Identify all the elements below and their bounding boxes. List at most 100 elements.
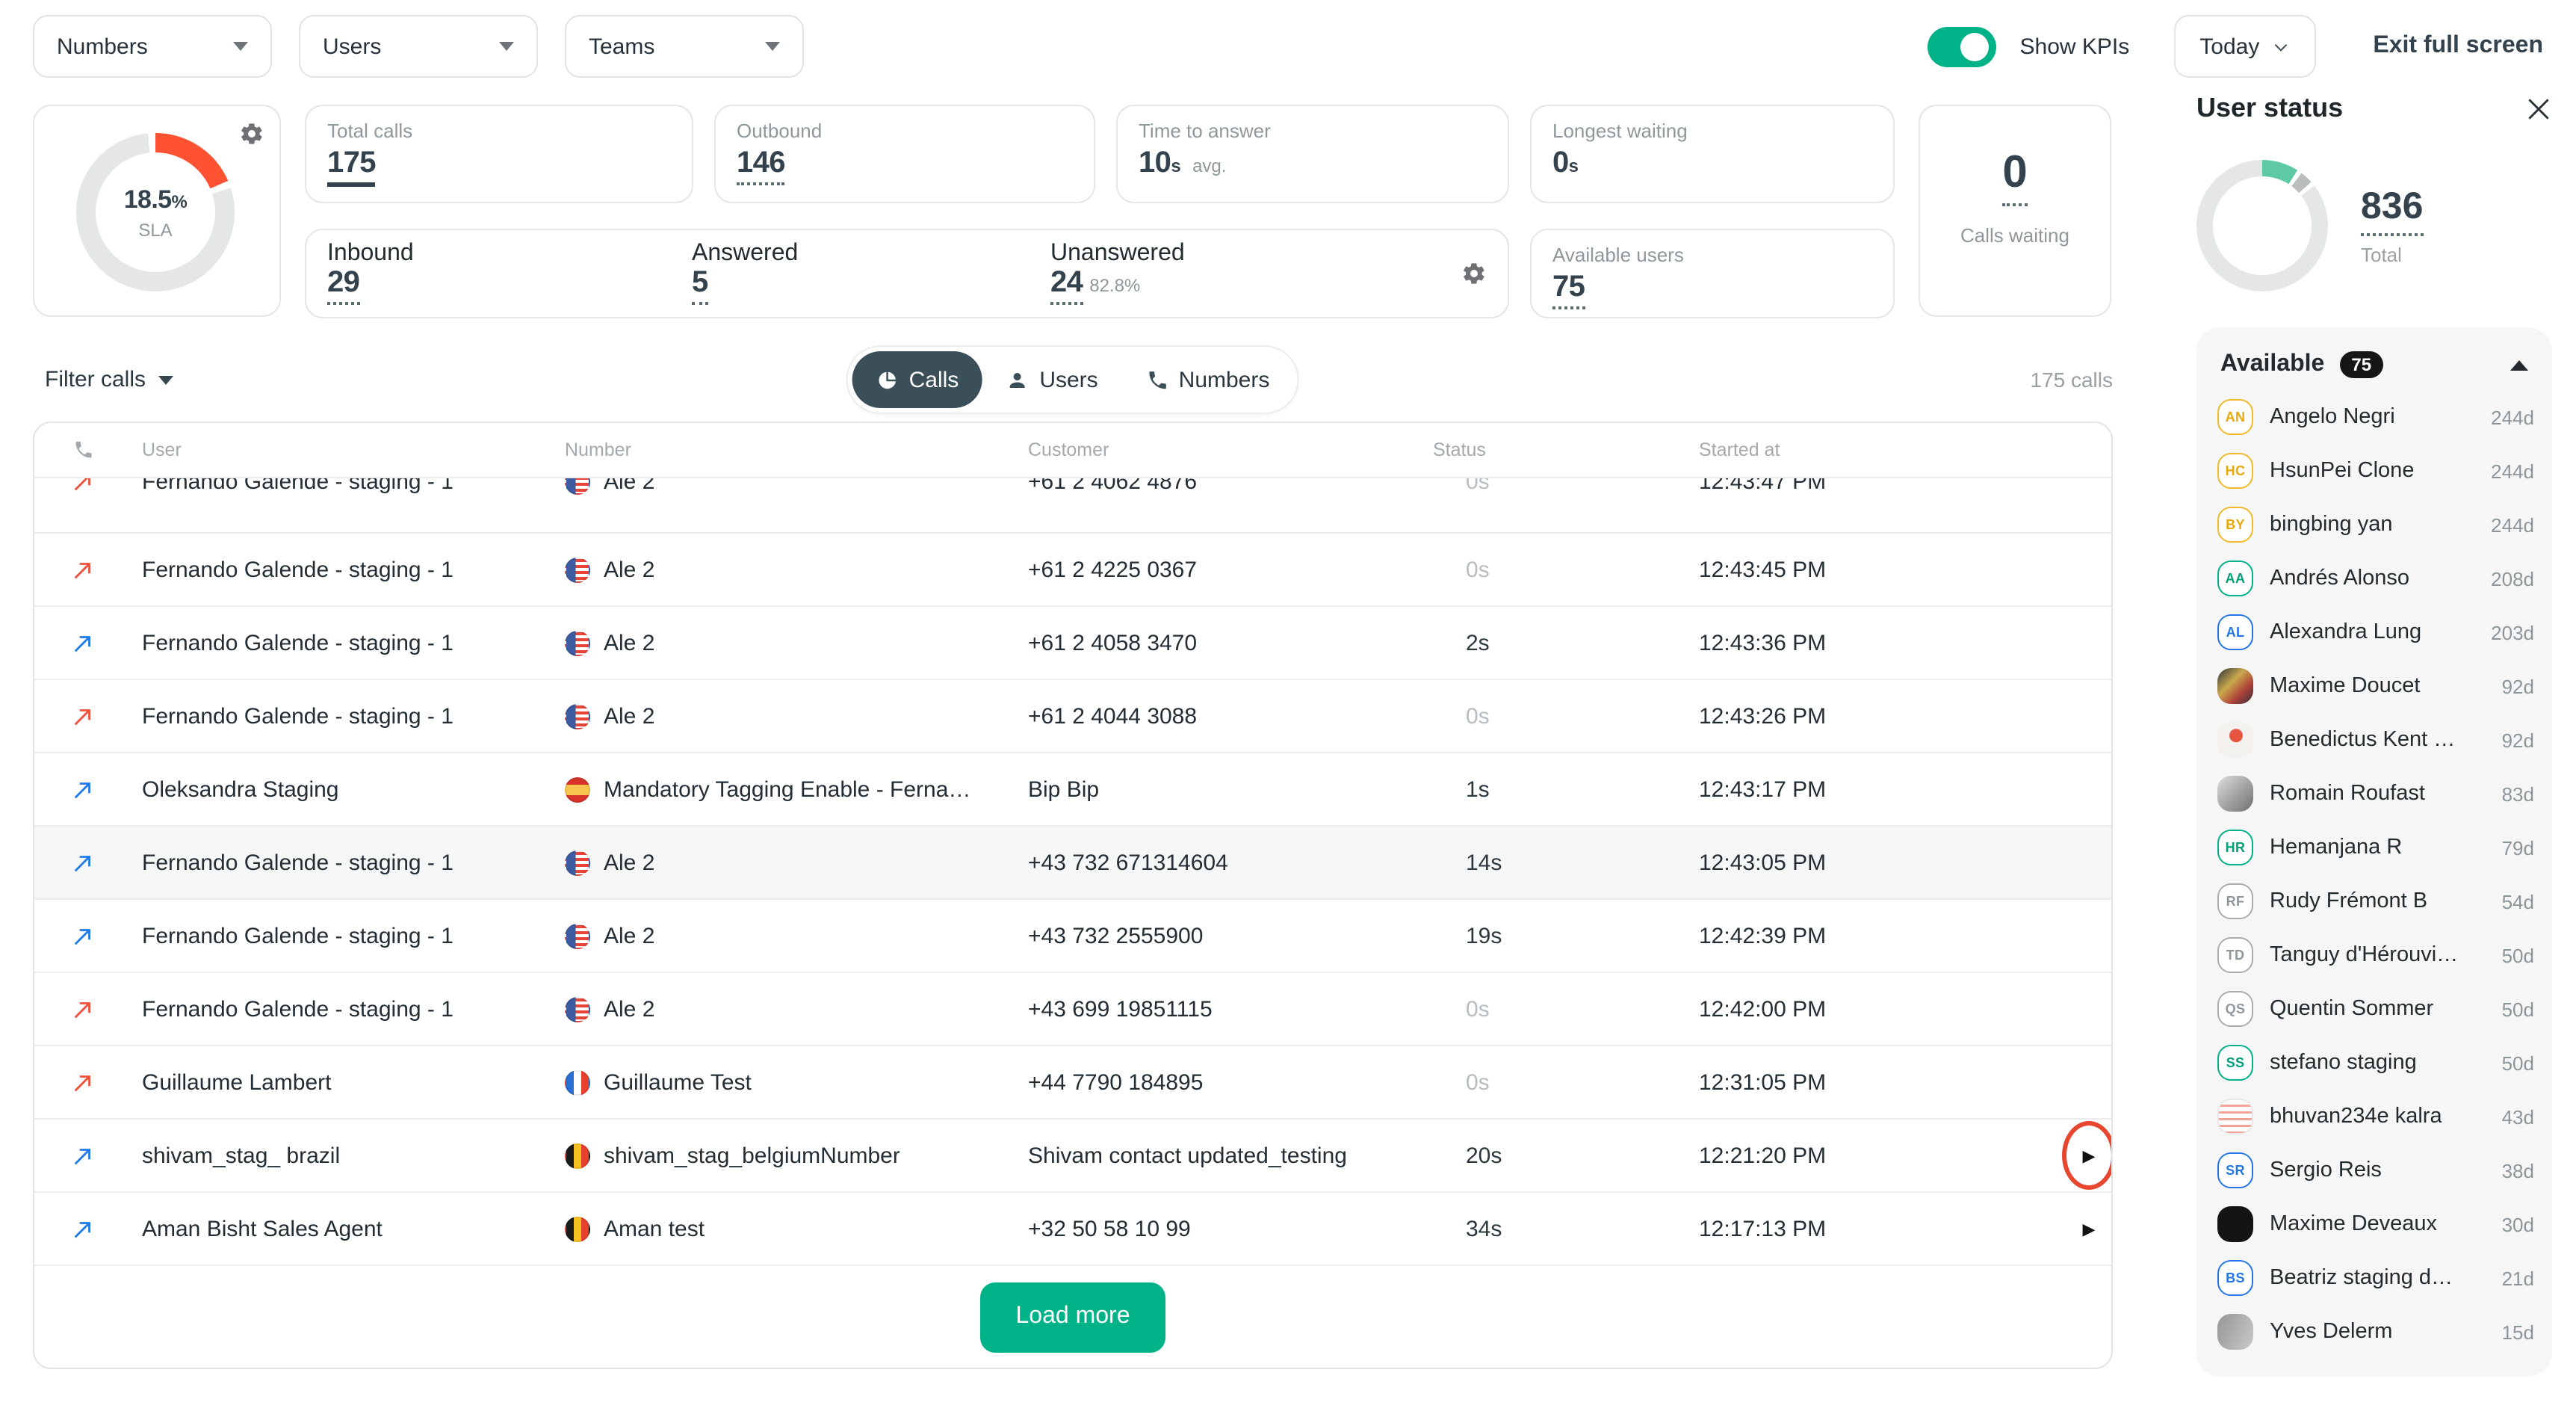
user-duration: 244d <box>2491 513 2534 536</box>
user-list-item[interactable]: HR Hemanjana R 79d <box>2217 821 2534 874</box>
available-section-header[interactable]: Available 75 <box>2217 348 2534 390</box>
col-customer: Customer <box>1028 439 1433 460</box>
country-flag-icon <box>565 557 590 582</box>
show-kpis-toggle[interactable] <box>1928 26 1996 67</box>
country-flag-icon <box>565 1069 590 1095</box>
person-icon <box>1006 368 1029 391</box>
toggle-knob <box>1960 32 1989 61</box>
answered-segment[interactable]: Answered 5 <box>692 241 1050 305</box>
numbers-filter-dropdown[interactable]: Numbers <box>33 15 272 78</box>
row-status: 14s <box>1433 850 1699 875</box>
period-dropdown[interactable]: Today <box>2174 15 2316 78</box>
table-row[interactable]: shivam_stag_ brazil shivam_stag_belgiumN… <box>34 1120 2111 1193</box>
avatar <box>2217 776 2253 812</box>
table-row[interactable]: Fernando Galende - staging - 1 Ale 2 +43… <box>34 900 2111 973</box>
table-row[interactable]: Aman Bisht Sales Agent Aman test +32 50 … <box>34 1193 2111 1266</box>
user-list-item[interactable]: RF Rudy Frémont B 54d <box>2217 874 2534 928</box>
inbound-segment[interactable]: Inbound 29 <box>327 241 692 305</box>
exit-fullscreen-button[interactable]: Exit full screen <box>2373 33 2543 60</box>
avatar: QS <box>2217 991 2253 1027</box>
row-started: 12:43:47 PM <box>1699 478 2058 495</box>
row-started: 12:43:26 PM <box>1699 703 2058 729</box>
col-number: Number <box>565 439 1028 460</box>
table-body: Fernando Galende - staging - 1 Ale 2 +61… <box>34 534 2111 1266</box>
user-list-item[interactable]: SS stefano staging 50d <box>2217 1036 2534 1090</box>
view-tabs: Calls Users Numbers <box>846 345 1300 414</box>
user-list-item[interactable]: Maxime Deveaux 30d <box>2217 1197 2534 1251</box>
avatar: AN <box>2217 399 2253 435</box>
user-list-item[interactable]: SR Sergio Reis 38d <box>2217 1143 2534 1197</box>
user-name: bhuvan234e kalra <box>2270 1105 2442 1129</box>
total-calls-card[interactable]: Total calls 175 <box>305 105 693 203</box>
user-list-item[interactable]: BS Beatriz staging d… 21d <box>2217 1251 2534 1305</box>
load-more-button[interactable]: Load more <box>980 1282 1166 1352</box>
gear-icon[interactable] <box>1461 261 1487 286</box>
row-status: 20s <box>1433 1143 1699 1168</box>
available-users-value: 75 <box>1552 272 1585 309</box>
calls-waiting-card[interactable]: 0 Calls waiting <box>1919 105 2111 317</box>
avatar: HR <box>2217 830 2253 865</box>
unanswered-value: 24 <box>1050 268 1083 305</box>
row-status: 0s <box>1433 703 1699 729</box>
avatar: SS <box>2217 1045 2253 1081</box>
collapse-icon[interactable] <box>2510 359 2528 370</box>
user-list-item[interactable]: HC HsunPei Clone 244d <box>2217 444 2534 498</box>
gear-icon[interactable] <box>239 121 264 146</box>
table-header: User Number Customer Status Started at <box>34 423 2111 478</box>
numbers-filter-label: Numbers <box>57 34 148 59</box>
user-list-item[interactable]: AN Angelo Negri 244d <box>2217 390 2534 444</box>
user-list-item[interactable]: AA Andrés Alonso 208d <box>2217 552 2534 605</box>
tab-calls[interactable]: Calls <box>852 351 983 408</box>
avatar: SR <box>2217 1152 2253 1188</box>
tab-calls-label: Calls <box>909 367 959 392</box>
filter-calls-label: Filter calls <box>45 367 146 392</box>
chevron-down-icon <box>765 42 780 51</box>
user-name: Maxime Doucet <box>2270 674 2420 698</box>
user-list-item[interactable]: Yves Delerm 15d <box>2217 1305 2534 1359</box>
table-row[interactable]: Guillaume Lambert Guillaume Test +44 779… <box>34 1046 2111 1120</box>
user-list-item[interactable]: BY bingbing yan 244d <box>2217 498 2534 552</box>
tab-users[interactable]: Users <box>982 351 1121 408</box>
close-icon[interactable] <box>2525 95 2552 122</box>
row-status: 0s <box>1433 478 1699 495</box>
table-row[interactable]: Fernando Galende - staging - 1 Ale 2 +43… <box>34 827 2111 900</box>
table-row[interactable]: Oleksandra Staging Mandatory Tagging Ena… <box>34 753 2111 827</box>
table-row[interactable]: Fernando Galende - staging - 1 Ale 2 +61… <box>34 607 2111 680</box>
tab-numbers[interactable]: Numbers <box>1122 351 1294 408</box>
available-users-card[interactable]: Available users 75 <box>1530 229 1895 318</box>
user-list-item[interactable]: Benedictus Kent … 92d <box>2217 713 2534 767</box>
kpi-grid: Total calls 175 Outbound 146 Time to ans… <box>305 105 1895 320</box>
row-number: Ale 2 <box>565 923 1028 948</box>
user-name: Benedictus Kent … <box>2270 728 2455 752</box>
user-duration: 50d <box>2502 944 2534 966</box>
row-started: 12:42:39 PM <box>1699 923 2058 948</box>
total-users-value[interactable]: 836 <box>2361 185 2423 236</box>
table-row-partial[interactable]: Fernando Galende - staging - 1 Ale 2 +61… <box>34 478 2111 519</box>
table-row[interactable]: Fernando Galende - staging - 1 Ale 2 +61… <box>34 680 2111 753</box>
unanswered-segment[interactable]: Unanswered 24 82.8% <box>1050 241 1415 305</box>
inbound-breakdown-card: Inbound 29 Answered 5 Unanswered 24 82.8… <box>305 229 1509 318</box>
users-filter-dropdown[interactable]: Users <box>299 15 538 78</box>
table-row[interactable]: Fernando Galende - staging - 1 Ale 2 +43… <box>34 973 2111 1046</box>
user-duration: 54d <box>2502 890 2534 913</box>
play-recording-button[interactable]: ▶ <box>2063 1196 2113 1262</box>
filter-calls-dropdown[interactable]: Filter calls <box>45 367 173 392</box>
teams-filter-dropdown[interactable]: Teams <box>565 15 804 78</box>
user-name: Beatriz staging d… <box>2270 1266 2453 1290</box>
user-status-panel: User status 836 Total Available 75 AN <box>2170 93 2576 1377</box>
outbound-card[interactable]: Outbound 146 <box>714 105 1095 203</box>
table-row[interactable]: Fernando Galende - staging - 1 Ale 2 +61… <box>34 534 2111 607</box>
user-list-item[interactable]: bhuvan234e kalra 43d <box>2217 1090 2534 1143</box>
longest-waiting-card: Longest waiting 0s <box>1530 105 1895 203</box>
total-calls-value: 175 <box>327 148 376 187</box>
play-recording-button[interactable]: ▶ <box>2063 1123 2113 1188</box>
user-list-item[interactable]: Romain Roufast 83d <box>2217 767 2534 821</box>
user-list-item[interactable]: TD Tanguy d'Hérouvi… 50d <box>2217 928 2534 982</box>
user-list-item[interactable]: Maxime Doucet 92d <box>2217 659 2534 713</box>
row-user: shivam_stag_ brazil <box>142 1143 565 1168</box>
sla-card: 18.5% SLA <box>33 105 281 317</box>
time-to-answer-card: Time to answer 10s avg. <box>1116 105 1509 203</box>
user-list-item[interactable]: QS Quentin Sommer 50d <box>2217 982 2534 1036</box>
unanswered-percent: 82.8% <box>1089 275 1140 296</box>
user-list-item[interactable]: AL Alexandra Lung 203d <box>2217 605 2534 659</box>
